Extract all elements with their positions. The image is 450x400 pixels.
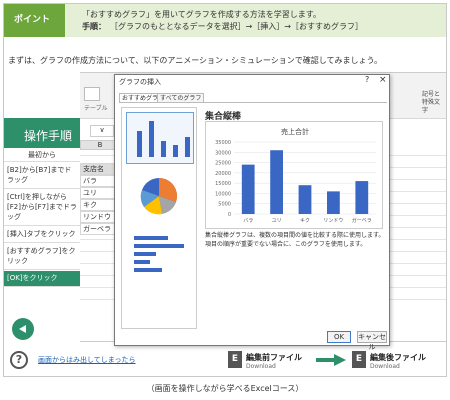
- insert-chart-dialog: グラフの挿入 ? × おすすめグラフ すべてのグラフ 集合縦棒 売上合計 0 5…: [114, 74, 390, 351]
- x-tick-label: ガーベラ: [352, 217, 372, 224]
- step-5[interactable]: [OK]をクリック: [4, 271, 80, 287]
- steps-panel: 操作手順 最初から [B2]から[B7]までドラッグ [Ctrl]を押しながら[…: [4, 72, 80, 342]
- bar: [270, 150, 283, 214]
- thumb-pie[interactable]: [126, 170, 194, 224]
- y-tick-label: 20000: [215, 171, 231, 177]
- symbol-button[interactable]: 記号と特殊文字: [422, 91, 444, 115]
- bar: [355, 181, 369, 214]
- intro-text: まずは、グラフの作成方法について、以下のアニメーション・シミュレーションで確認し…: [8, 56, 382, 65]
- point-badge: ポイント: [4, 4, 65, 37]
- x-tick-label: ユリ: [272, 218, 282, 224]
- after-file-sub[interactable]: Download: [370, 363, 400, 370]
- y-tick-label: 35000: [215, 140, 231, 146]
- overflow-help-link[interactable]: 画面からはみ出してしまったら: [38, 355, 136, 365]
- point-line-2-label: 手順：: [82, 22, 106, 31]
- name-box[interactable]: ∨: [90, 125, 114, 137]
- thumb-clustered-column[interactable]: [126, 112, 194, 164]
- back-icon[interactable]: [12, 318, 34, 340]
- bar: [241, 164, 255, 214]
- excel-file-icon-after: E: [352, 351, 366, 368]
- excel-file-icon: E: [228, 351, 242, 368]
- cancel-button[interactable]: キャンセル: [357, 331, 387, 351]
- arrow-right-icon: [316, 354, 346, 366]
- bar: [298, 185, 312, 214]
- step-4[interactable]: [おすすめグラフ]をクリック: [4, 244, 80, 270]
- x-tick-label: バラ: [243, 218, 253, 224]
- y-tick-label: 0: [228, 212, 231, 218]
- chart-preview: 売上合計 0 5000 10000 15000 20000 25000 30000 35000…: [205, 121, 383, 229]
- caption: （画面を操作しながら学べるExcelコース）: [146, 384, 304, 393]
- step-2[interactable]: [Ctrl]を押しながら[F2]から[F7]までドラッグ: [4, 190, 80, 226]
- step-1[interactable]: [B2]から[B7]までドラッグ: [4, 163, 80, 189]
- bar: [327, 191, 340, 214]
- chart-thumbnail-list: [121, 107, 197, 329]
- point-line-2: ［グラフのもととなるデータを選択］→［挿入］→［おすすめグラフ］: [110, 22, 364, 31]
- dialog-title: グラフの挿入: [119, 78, 161, 86]
- thumb-bar[interactable]: [126, 230, 194, 282]
- restart-button[interactable]: 最初から: [4, 148, 80, 162]
- y-tick-label: 10000: [215, 191, 231, 197]
- ribbon-tab-label: テーブル: [84, 105, 108, 112]
- y-tick-label: 5000: [218, 202, 231, 208]
- steps-title: 操作手順: [4, 118, 80, 148]
- before-file-title[interactable]: 編集前ファイル: [246, 352, 302, 363]
- help-icon[interactable]: ?: [365, 75, 369, 84]
- close-icon[interactable]: ×: [379, 75, 387, 85]
- before-file-sub[interactable]: Download: [246, 363, 276, 370]
- x-tick-label: リンドウ: [323, 217, 343, 224]
- y-tick-label: 15000: [215, 181, 231, 187]
- table-icon: [84, 87, 100, 101]
- chart-svg: 売上合計 0 5000 10000 15000 20000 25000 30000 35000…: [215, 127, 376, 224]
- y-tick-label: 30000: [215, 150, 231, 156]
- ok-button[interactable]: OK: [327, 331, 351, 343]
- step-3[interactable]: [挿入]タブをクリック: [4, 227, 80, 243]
- after-file-title[interactable]: 編集後ファイル: [370, 352, 426, 363]
- chart-title: 売上合計: [281, 127, 309, 136]
- x-tick-label: キク: [300, 218, 310, 224]
- chart-description: 集合縦棒グラフは、複数の項目間の値を比較する際に使用します。項目の順序が重要でな…: [205, 232, 385, 248]
- y-tick-label: 25000: [215, 161, 231, 167]
- point-line-1: 「おすすめグラフ」を用いてグラフを作成する方法を学習します。: [82, 10, 321, 19]
- question-icon[interactable]: ?: [10, 351, 28, 369]
